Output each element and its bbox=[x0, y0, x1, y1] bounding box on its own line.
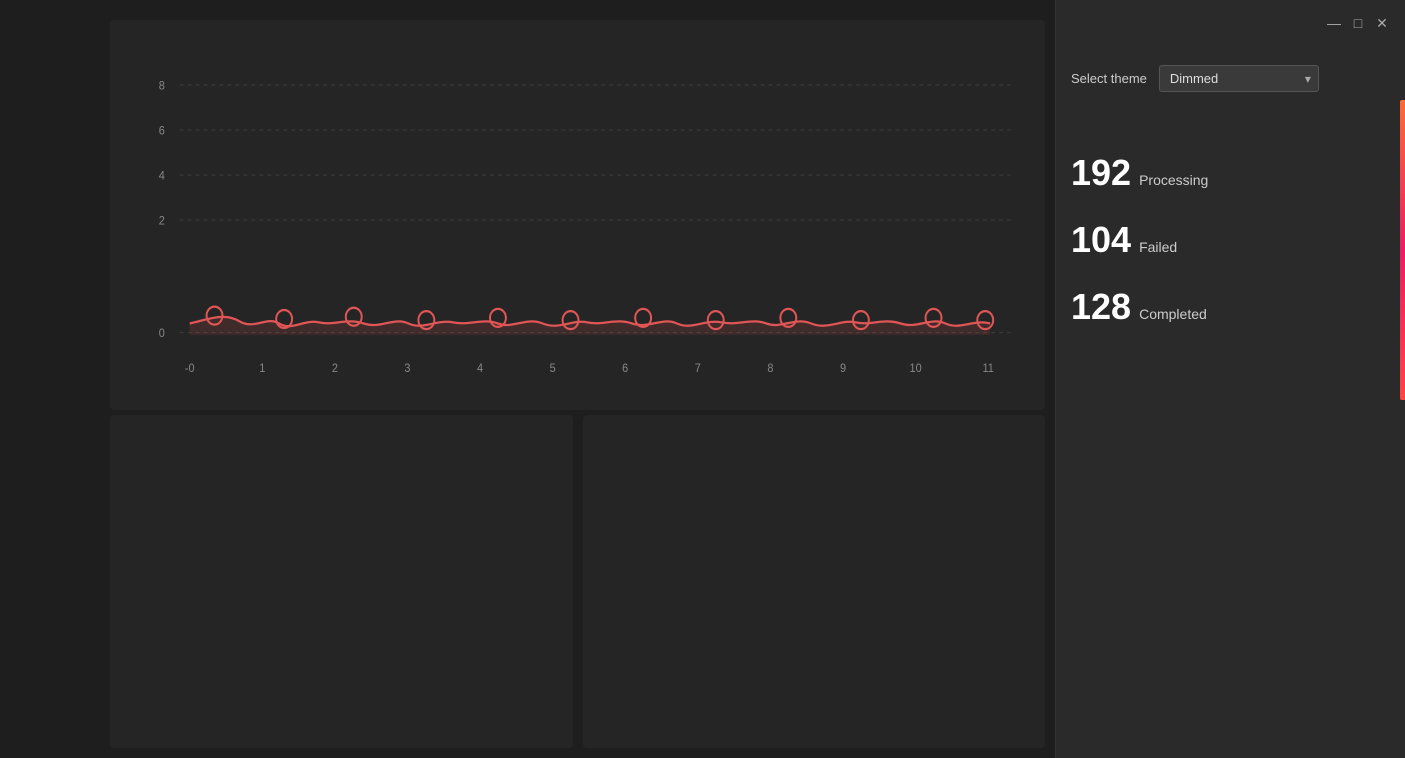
bottom-panel-right bbox=[583, 415, 1046, 748]
right-sidebar: — □ ✕ Select theme Dimmed Dark Light Hig… bbox=[1055, 0, 1405, 758]
main-content: 8 6 4 2 0 -0 1 2 3 4 5 6 7 8 9 10 bbox=[100, 10, 1055, 758]
theme-dropdown-wrapper: Dimmed Dark Light High Contrast bbox=[1159, 65, 1319, 92]
accent-bar bbox=[1400, 100, 1405, 400]
chart-area: 8 6 4 2 0 -0 1 2 3 4 5 6 7 8 9 10 bbox=[130, 40, 1025, 400]
svg-text:4: 4 bbox=[159, 169, 166, 183]
chart-panel: 8 6 4 2 0 -0 1 2 3 4 5 6 7 8 9 10 bbox=[110, 20, 1045, 410]
processing-number: 192 bbox=[1071, 152, 1131, 194]
theme-dropdown[interactable]: Dimmed Dark Light High Contrast bbox=[1159, 65, 1319, 92]
completed-label: Completed bbox=[1139, 306, 1207, 322]
close-button[interactable]: ✕ bbox=[1374, 15, 1390, 31]
svg-text:9: 9 bbox=[840, 361, 846, 375]
svg-text:3: 3 bbox=[404, 361, 410, 375]
chart-svg: 8 6 4 2 0 -0 1 2 3 4 5 6 7 8 9 10 bbox=[130, 40, 1025, 400]
svg-text:8: 8 bbox=[767, 361, 773, 375]
svg-text:8: 8 bbox=[159, 79, 165, 93]
failed-stat-row: 104 Failed bbox=[1071, 219, 1390, 261]
bottom-panels bbox=[110, 415, 1045, 748]
svg-text:6: 6 bbox=[159, 124, 165, 138]
completed-number: 128 bbox=[1071, 286, 1131, 328]
stats-container: 192 Processing 104 Failed 128 Completed bbox=[1071, 152, 1390, 328]
svg-text:1: 1 bbox=[259, 361, 265, 375]
svg-text:-0: -0 bbox=[185, 361, 195, 375]
processing-stat-row: 192 Processing bbox=[1071, 152, 1390, 194]
svg-text:2: 2 bbox=[332, 361, 338, 375]
failed-label: Failed bbox=[1139, 239, 1177, 255]
theme-selector-row: Select theme Dimmed Dark Light High Cont… bbox=[1071, 65, 1390, 92]
completed-stat-row: 128 Completed bbox=[1071, 286, 1390, 328]
theme-label: Select theme bbox=[1071, 71, 1147, 86]
svg-text:11: 11 bbox=[983, 361, 994, 375]
maximize-button[interactable]: □ bbox=[1350, 15, 1366, 31]
minimize-button[interactable]: — bbox=[1326, 15, 1342, 31]
svg-text:6: 6 bbox=[622, 361, 628, 375]
svg-text:4: 4 bbox=[477, 361, 484, 375]
svg-text:10: 10 bbox=[910, 361, 923, 375]
failed-number: 104 bbox=[1071, 219, 1131, 261]
window-controls: — □ ✕ bbox=[1326, 15, 1390, 31]
svg-text:7: 7 bbox=[695, 361, 701, 375]
bottom-panel-left bbox=[110, 415, 573, 748]
svg-text:2: 2 bbox=[159, 214, 165, 228]
window-frame: 8 6 4 2 0 -0 1 2 3 4 5 6 7 8 9 10 bbox=[0, 0, 1405, 758]
svg-text:5: 5 bbox=[550, 361, 556, 375]
processing-label: Processing bbox=[1139, 172, 1208, 188]
svg-text:0: 0 bbox=[159, 326, 166, 340]
